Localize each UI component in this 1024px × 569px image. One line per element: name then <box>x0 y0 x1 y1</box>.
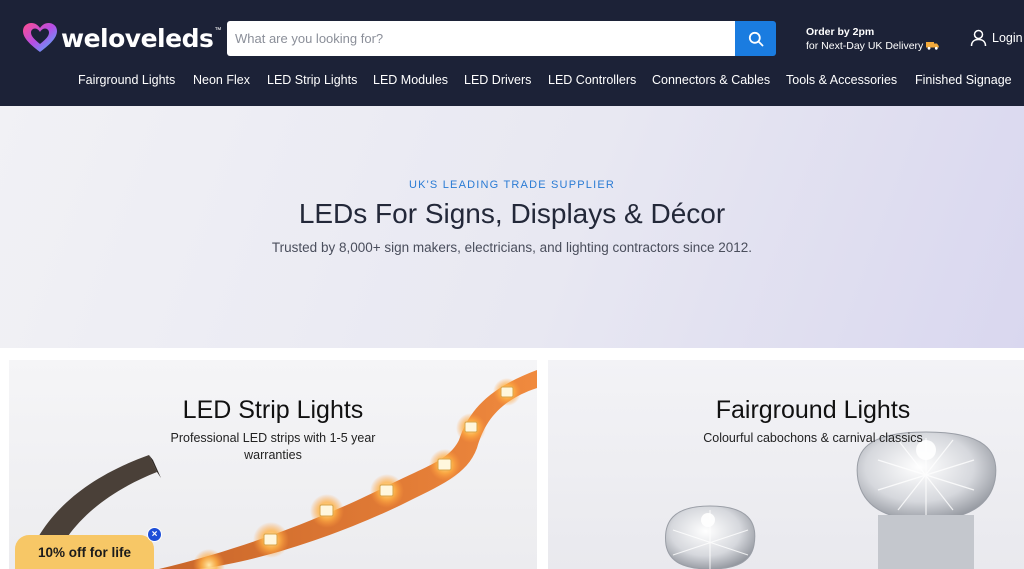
nav-item-finished-signage[interactable]: Finished Signage <box>915 73 1012 87</box>
site-header: weloveleds ™ Order by 2pm for Next-Day U… <box>0 0 1024 106</box>
nav-item-led-strip-lights[interactable]: LED Strip Lights <box>267 73 357 87</box>
site-logo[interactable]: weloveleds ™ <box>22 20 221 56</box>
card-title: LED Strip Lights <box>182 396 364 424</box>
nav-item-connectors-cables[interactable]: Connectors & Cables <box>652 73 770 87</box>
cabochon-bulb-small <box>665 505 756 569</box>
main-nav: Fairground Lights Neon Flex LED Strip Li… <box>0 73 1024 93</box>
card-title: Fairground Lights <box>715 396 911 424</box>
logo-wordmark: weloveleds <box>61 23 214 53</box>
delivery-cutoff: Order by 2pm <box>806 26 875 38</box>
category-card-fairground-lights[interactable]: Fairground Lights Colourful cabochons & … <box>548 360 1024 569</box>
nav-item-led-modules[interactable]: LED Modules <box>373 73 448 87</box>
fairground-bulbs-image <box>665 431 997 569</box>
delivery-note: for Next-Day UK Delivery <box>806 39 940 53</box>
delivery-info: Order by 2pm for Next-Day UK Delivery <box>806 25 940 53</box>
login-label: Login <box>992 31 1023 45</box>
hero-banner: UK'S LEADING TRADE SUPPLIER LEDs For Sig… <box>0 106 1024 348</box>
search-bar <box>227 21 776 56</box>
cabochon-bulb-large <box>856 431 997 569</box>
nav-item-led-controllers[interactable]: LED Controllers <box>548 73 636 87</box>
trademark-symbol: ™ <box>214 27 222 34</box>
hero-subtitle: Trusted by 8,000+ sign makers, electrici… <box>271 240 753 255</box>
nav-item-tools-accessories[interactable]: Tools & Accessories <box>786 73 897 87</box>
promo-close-button[interactable]: × <box>147 527 162 542</box>
nav-item-led-drivers[interactable]: LED Drivers <box>464 73 531 87</box>
login-link[interactable]: Login <box>970 29 1023 47</box>
user-icon <box>970 29 987 47</box>
promo-discount-tab[interactable]: 10% off for life <box>15 535 154 569</box>
search-icon <box>748 31 763 46</box>
search-input[interactable] <box>227 21 735 56</box>
hero-title: LEDs For Signs, Displays & Décor <box>298 198 726 229</box>
card-subtitle: Colourful cabochons & carnival classics <box>703 431 923 445</box>
card-subtitle: Professional LED strips with 1-5 year wa… <box>170 431 376 462</box>
heart-logo-icon <box>23 23 57 52</box>
delivery-truck-icon <box>926 42 940 50</box>
nav-item-neon-flex[interactable]: Neon Flex <box>193 73 250 87</box>
hero-kicker: UK'S LEADING TRADE SUPPLIER <box>408 179 616 191</box>
nav-item-fairground-lights[interactable]: Fairground Lights <box>78 73 175 87</box>
search-button[interactable] <box>735 21 776 56</box>
